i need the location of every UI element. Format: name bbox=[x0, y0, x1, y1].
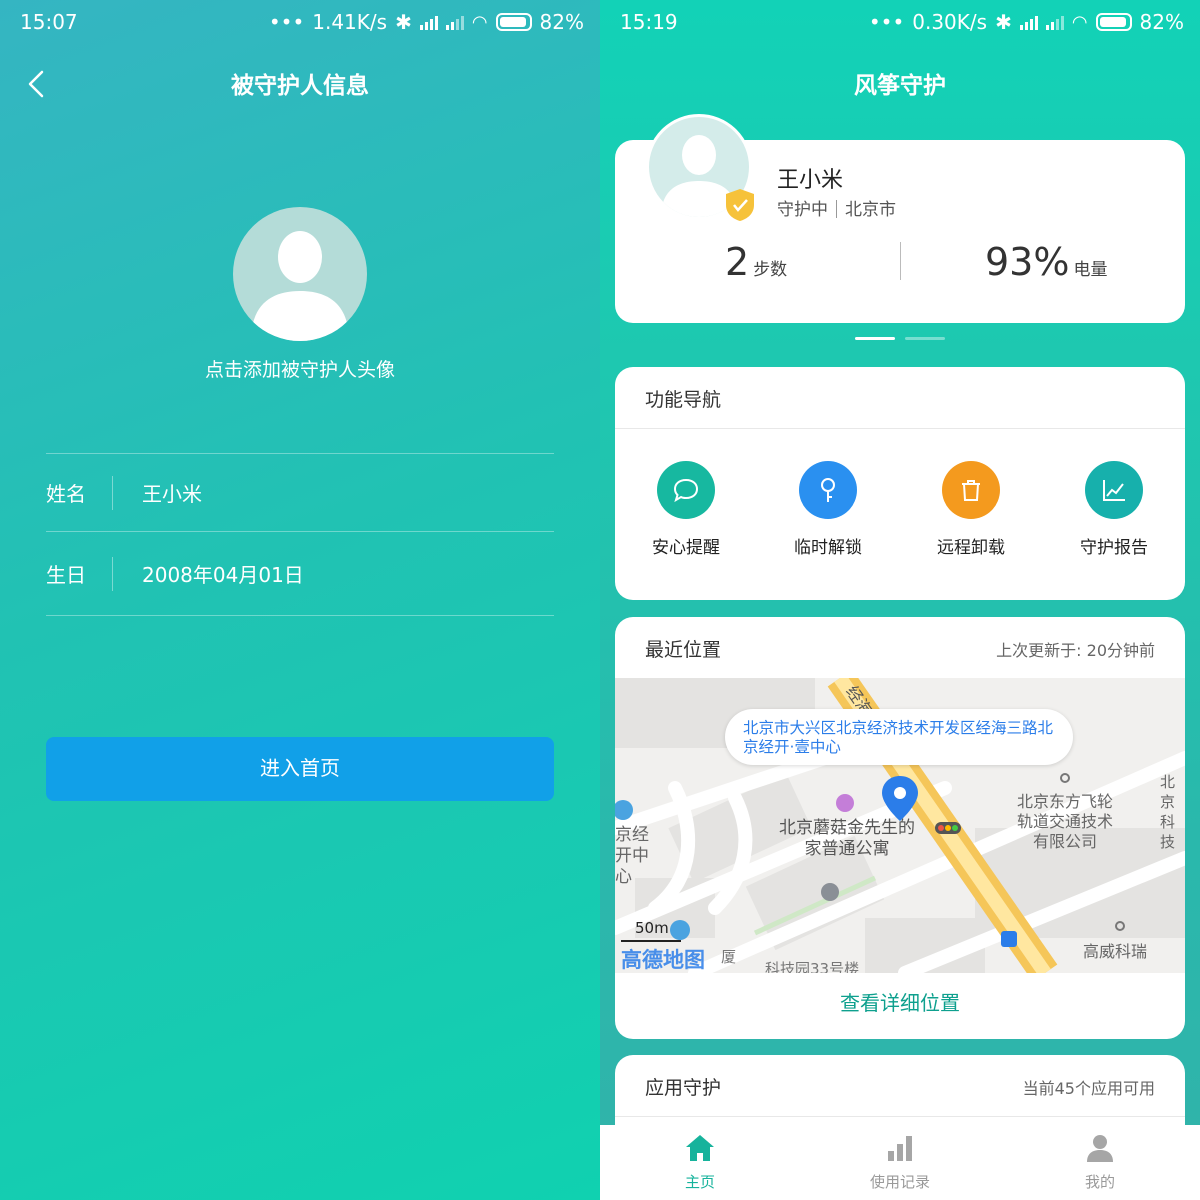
app-guard-title: 应用守护 bbox=[645, 1077, 722, 1099]
guard-state: 守护中 bbox=[777, 200, 828, 220]
poi-left-label: 京经开中心 bbox=[615, 825, 649, 887]
divider bbox=[46, 531, 554, 532]
guard-report-button[interactable]: 守护报告 bbox=[1059, 461, 1169, 558]
network-speed: 0.30K/s bbox=[912, 10, 988, 34]
signal-weak-icon bbox=[1045, 14, 1064, 30]
battery-level: 82% bbox=[539, 10, 584, 34]
battery-icon bbox=[495, 13, 532, 31]
app-guard-count: 当前45个应用可用 bbox=[1022, 1079, 1155, 1098]
guardee-status: 守护中 北京市 bbox=[777, 195, 896, 220]
wifi-icon: ◠ bbox=[1071, 11, 1088, 33]
temp-unlock-label: 临时解锁 bbox=[794, 538, 862, 558]
status-bar: 15:19 ••• 0.30K/s ✱ ◠ 82% bbox=[600, 0, 1200, 44]
map-extra-label: 厦 bbox=[721, 948, 737, 966]
guardee-name: 王小米 bbox=[777, 168, 844, 193]
guardee-city: 北京市 bbox=[845, 200, 896, 220]
person-silhouette-icon bbox=[251, 231, 349, 341]
avatar-hint: 点击添加被守护人头像 bbox=[204, 359, 395, 381]
status-time: 15:19 bbox=[620, 10, 678, 34]
steps-stat: 2 步数 bbox=[725, 240, 787, 284]
steps-value: 2 bbox=[725, 240, 750, 284]
signal-weak-icon bbox=[445, 14, 464, 30]
tab-home[interactable]: 主页 bbox=[640, 1133, 760, 1192]
avatar-upload[interactable] bbox=[233, 207, 367, 341]
function-nav-title: 功能导航 bbox=[645, 389, 722, 411]
tab-usage-label: 使用记录 bbox=[869, 1173, 930, 1191]
birthday-field[interactable]: 生日 2008年04月01日 bbox=[46, 539, 554, 609]
device-battery-unit: 电量 bbox=[1073, 260, 1108, 280]
guard-report-label: 守护报告 bbox=[1080, 538, 1148, 558]
signal-icon bbox=[419, 14, 438, 30]
enter-home-button[interactable]: 进入首页 bbox=[46, 737, 554, 801]
trash-icon bbox=[962, 480, 980, 501]
remote-uninstall-label: 远程卸载 bbox=[937, 538, 1005, 558]
view-location-detail-link[interactable]: 查看详细位置 bbox=[615, 987, 1185, 1016]
status-time: 15:07 bbox=[20, 10, 78, 34]
name-value[interactable]: 王小米 bbox=[142, 478, 202, 507]
bluetooth-icon: ✱ bbox=[995, 10, 1012, 34]
chat-bubble-icon bbox=[673, 478, 699, 503]
page-title: 被守护人信息 bbox=[231, 73, 369, 99]
poi-right-label: 高威科瑞 bbox=[1083, 942, 1148, 961]
tab-usage-records[interactable]: 使用记录 bbox=[840, 1133, 960, 1192]
address-bubble: 北京市大兴区北京经济技术开发区经海三路北京经开·壹中心 bbox=[725, 709, 1073, 765]
signal-icon bbox=[1019, 14, 1038, 30]
location-card: 最近位置 上次更新于: 20分钟前 经海 北京市大兴区北京经济技术开发区经海三路… bbox=[615, 617, 1185, 1039]
bar-chart-icon bbox=[888, 1136, 912, 1161]
divider bbox=[46, 615, 554, 616]
tab-me[interactable]: 我的 bbox=[1040, 1133, 1160, 1192]
carousel-indicator bbox=[600, 337, 1200, 340]
birthday-value[interactable]: 2008年04月01日 bbox=[142, 559, 304, 588]
steps-unit: 步数 bbox=[753, 260, 788, 280]
guardee-info-screen: 15:07 ••• 1.41K/s ✱ ◠ 82% 被守护人信息 点击添加被守护… bbox=[0, 0, 600, 1200]
divider bbox=[46, 453, 554, 454]
birthday-label: 生日 bbox=[46, 563, 86, 587]
poi-bottom-label: 科技园33号楼 bbox=[765, 960, 860, 973]
guardian-home-screen: 15:19 ••• 0.30K/s ✱ ◠ 82% 风筝守护 王小米 守护中 北京… bbox=[600, 0, 1200, 1200]
home-icon bbox=[686, 1135, 714, 1161]
poi-edge-label: 北京科技 bbox=[1160, 773, 1176, 851]
location-map[interactable]: 经海 北京市大兴区北京经济技术开发区经海三路北京经开·壹中心 北京蘑菇金先生的家… bbox=[615, 678, 1185, 973]
network-speed: 1.41K/s bbox=[312, 10, 388, 34]
device-battery-value: 93% bbox=[985, 240, 1070, 284]
name-field[interactable]: 姓名 王小米 bbox=[46, 458, 554, 528]
key-icon bbox=[821, 478, 835, 502]
user-icon bbox=[1087, 1135, 1113, 1162]
battery-icon bbox=[1095, 13, 1132, 31]
remote-uninstall-button[interactable]: 远程卸载 bbox=[916, 461, 1026, 558]
status-bar: 15:07 ••• 1.41K/s ✱ ◠ 82% bbox=[0, 0, 600, 44]
location-updated: 上次更新于: 20分钟前 bbox=[996, 641, 1155, 660]
tab-me-label: 我的 bbox=[1084, 1173, 1115, 1191]
bottom-tab-bar: 主页 使用记录 我的 bbox=[600, 1125, 1200, 1200]
poi-company-label: 北京东方飞轮轨道交通技术有限公司 bbox=[1016, 792, 1113, 851]
map-scale: 50m bbox=[635, 919, 669, 937]
function-nav-card: 功能导航 安心提醒 临时解锁 远程卸载 守护报告 bbox=[615, 367, 1185, 600]
bluetooth-icon: ✱ bbox=[395, 10, 412, 34]
shield-check-icon bbox=[726, 189, 754, 221]
location-title: 最近位置 bbox=[645, 639, 722, 661]
more-dots-icon: ••• bbox=[268, 10, 305, 34]
temp-unlock-button[interactable]: 临时解锁 bbox=[773, 461, 883, 558]
poi-hotel-label: 北京蘑菇金先生的家普通公寓 bbox=[779, 818, 915, 859]
tab-home-label: 主页 bbox=[684, 1173, 715, 1191]
reminder-label: 安心提醒 bbox=[652, 538, 720, 558]
wifi-icon: ◠ bbox=[471, 11, 488, 33]
more-dots-icon: ••• bbox=[868, 10, 905, 34]
app-title: 风筝守护 bbox=[854, 73, 946, 99]
battery-level: 82% bbox=[1139, 10, 1184, 34]
battery-stat: 93% 电量 bbox=[985, 240, 1107, 284]
name-label: 姓名 bbox=[46, 482, 86, 506]
reminder-button[interactable]: 安心提醒 bbox=[631, 461, 741, 558]
map-watermark: 高德地图 bbox=[621, 948, 705, 972]
chart-line-icon bbox=[1103, 480, 1125, 501]
